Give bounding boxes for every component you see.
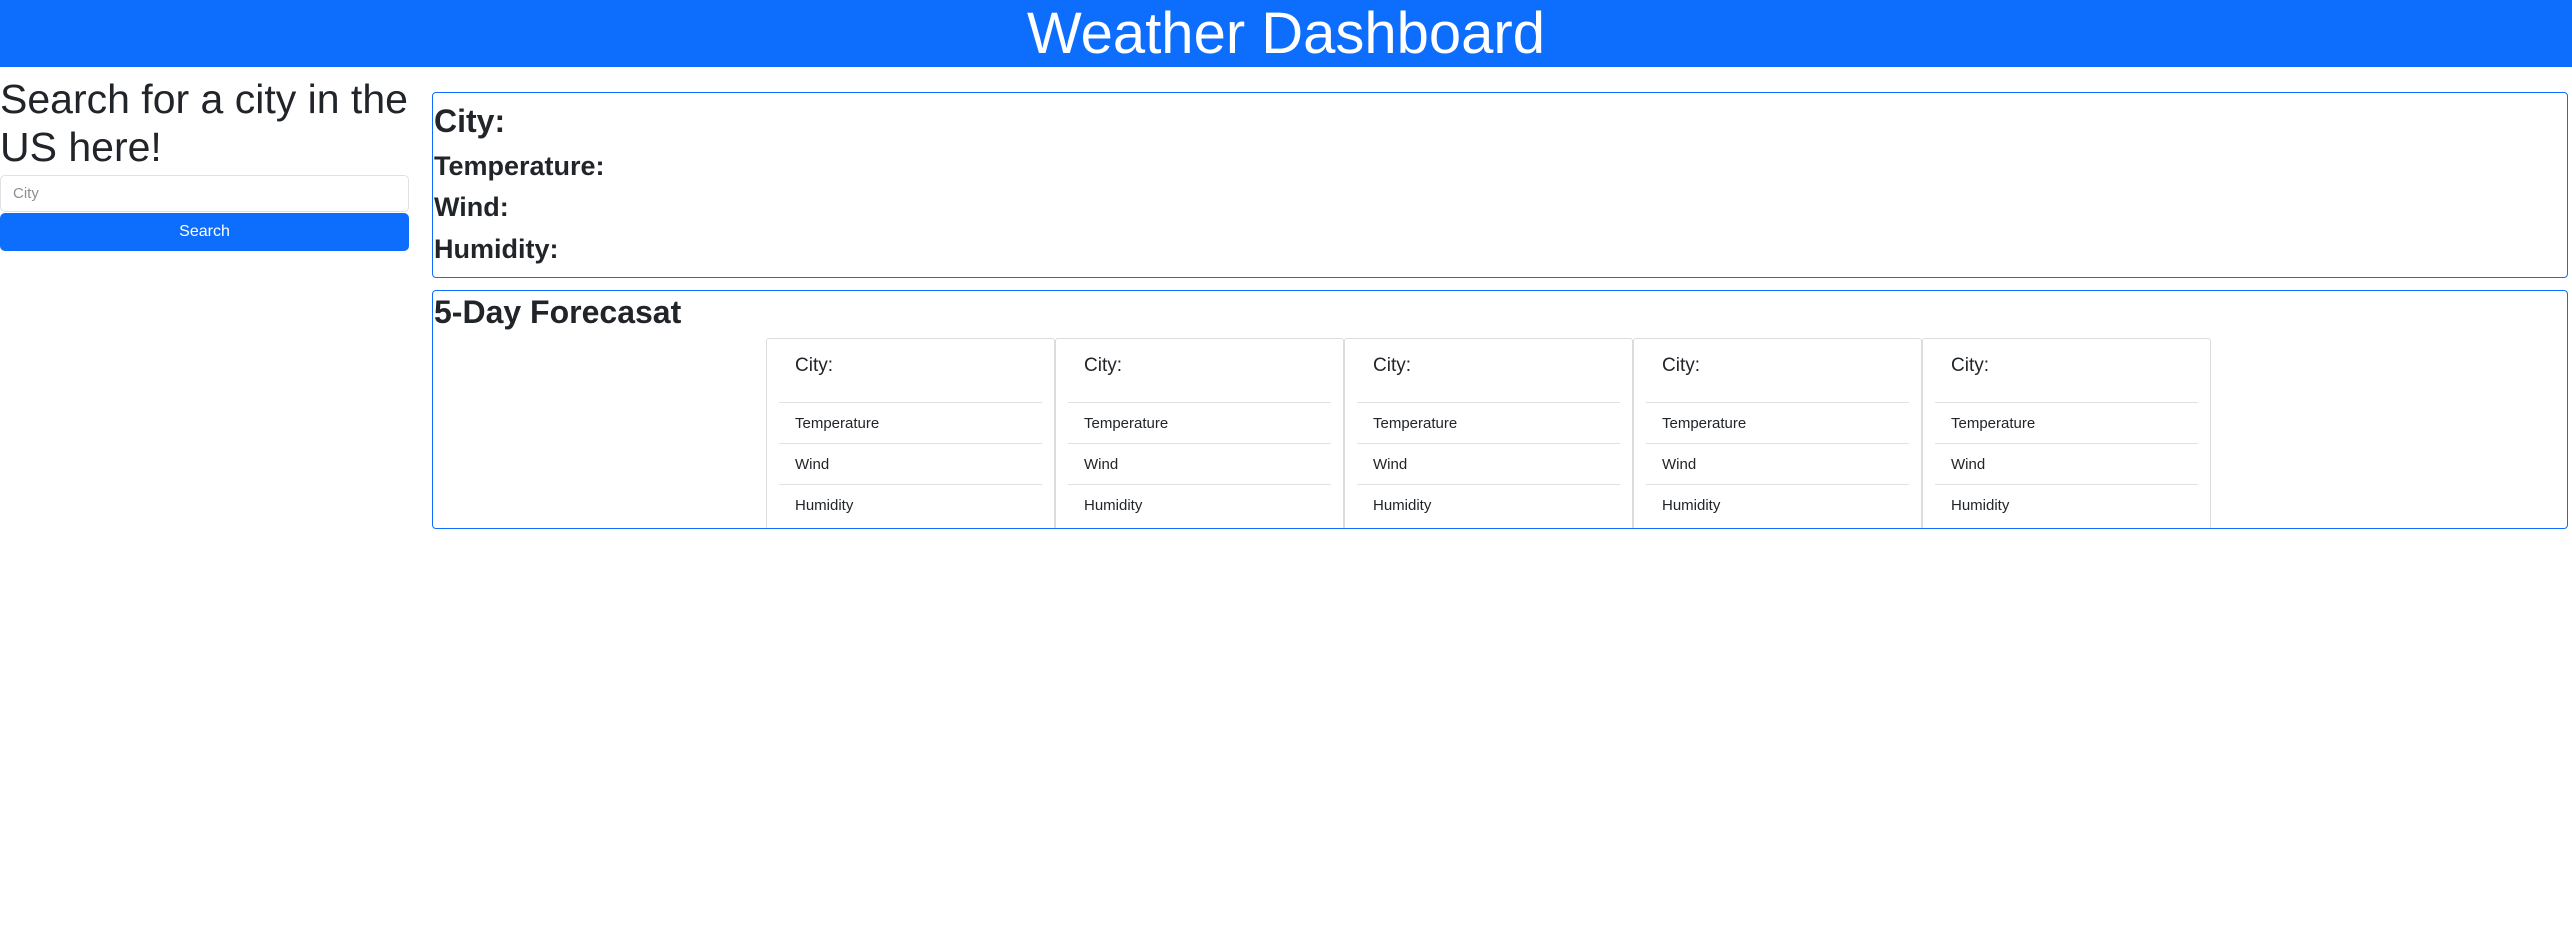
- search-button[interactable]: Search: [0, 213, 409, 251]
- current-city-label: City:: [434, 103, 506, 139]
- forecast-card-city: City:: [1373, 355, 1411, 376]
- forecast-card-list: Temperature Wind Humidity: [779, 402, 1042, 525]
- forecast-card-temperature: Temperature: [1646, 402, 1909, 443]
- forecast-card-list: Temperature Wind Humidity: [1935, 402, 2198, 525]
- forecast-card: City: Temperature Wind Humidity: [1055, 338, 1344, 528]
- current-temperature-label: Temperature:: [434, 151, 605, 181]
- forecast-card-list: Temperature Wind Humidity: [1357, 402, 1620, 525]
- current-wind-label: Wind:: [434, 192, 509, 222]
- forecast-card-temperature: Temperature: [1068, 402, 1331, 443]
- forecast-card-wind: Wind: [779, 443, 1042, 484]
- city-search-input[interactable]: [0, 175, 409, 212]
- current-weather-panel: City: Temperature: Wind: Humidity:: [432, 92, 2568, 278]
- forecast-card-city: City:: [1951, 355, 1989, 376]
- forecast-card: City: Temperature Wind Humidity: [1633, 338, 1922, 528]
- forecast-card-list: Temperature Wind Humidity: [1646, 402, 1909, 525]
- forecast-card: City: Temperature Wind Humidity: [1344, 338, 1633, 528]
- forecast-card-wind: Wind: [1935, 443, 2198, 484]
- forecast-title: 5-Day Forecasat: [434, 294, 682, 330]
- forecast-card-city: City:: [795, 355, 833, 376]
- forecast-card-temperature: Temperature: [1935, 402, 2198, 443]
- search-panel: Search for a city in the US here! Search: [0, 75, 409, 251]
- forecast-card-list: Temperature Wind Humidity: [1068, 402, 1331, 525]
- forecast-card-humidity: Humidity: [779, 484, 1042, 525]
- forecast-card-wind: Wind: [1068, 443, 1331, 484]
- page-header: Weather Dashboard: [0, 0, 2572, 67]
- forecast-card-humidity: Humidity: [1068, 484, 1331, 525]
- forecast-card-city: City:: [1084, 355, 1122, 376]
- forecast-card-humidity: Humidity: [1935, 484, 2198, 525]
- forecast-card: City: Temperature Wind Humidity: [1922, 338, 2211, 528]
- search-heading: Search for a city in the US here!: [0, 76, 408, 170]
- forecast-card-city: City:: [1662, 355, 1700, 376]
- forecast-card-wind: Wind: [1646, 443, 1909, 484]
- forecast-card-wind: Wind: [1357, 443, 1620, 484]
- forecast-card-temperature: Temperature: [1357, 402, 1620, 443]
- page-title: Weather Dashboard: [1026, 1, 1545, 66]
- forecast-panel: 5-Day Forecasat City: Temperature Wind H…: [432, 290, 2568, 529]
- forecast-card: City: Temperature Wind Humidity: [766, 338, 1055, 528]
- forecast-card-humidity: Humidity: [1357, 484, 1620, 525]
- forecast-cards: City: Temperature Wind Humidity City: Te…: [766, 338, 2211, 528]
- forecast-card-humidity: Humidity: [1646, 484, 1909, 525]
- forecast-card-temperature: Temperature: [779, 402, 1042, 443]
- current-humidity-label: Humidity:: [434, 234, 559, 264]
